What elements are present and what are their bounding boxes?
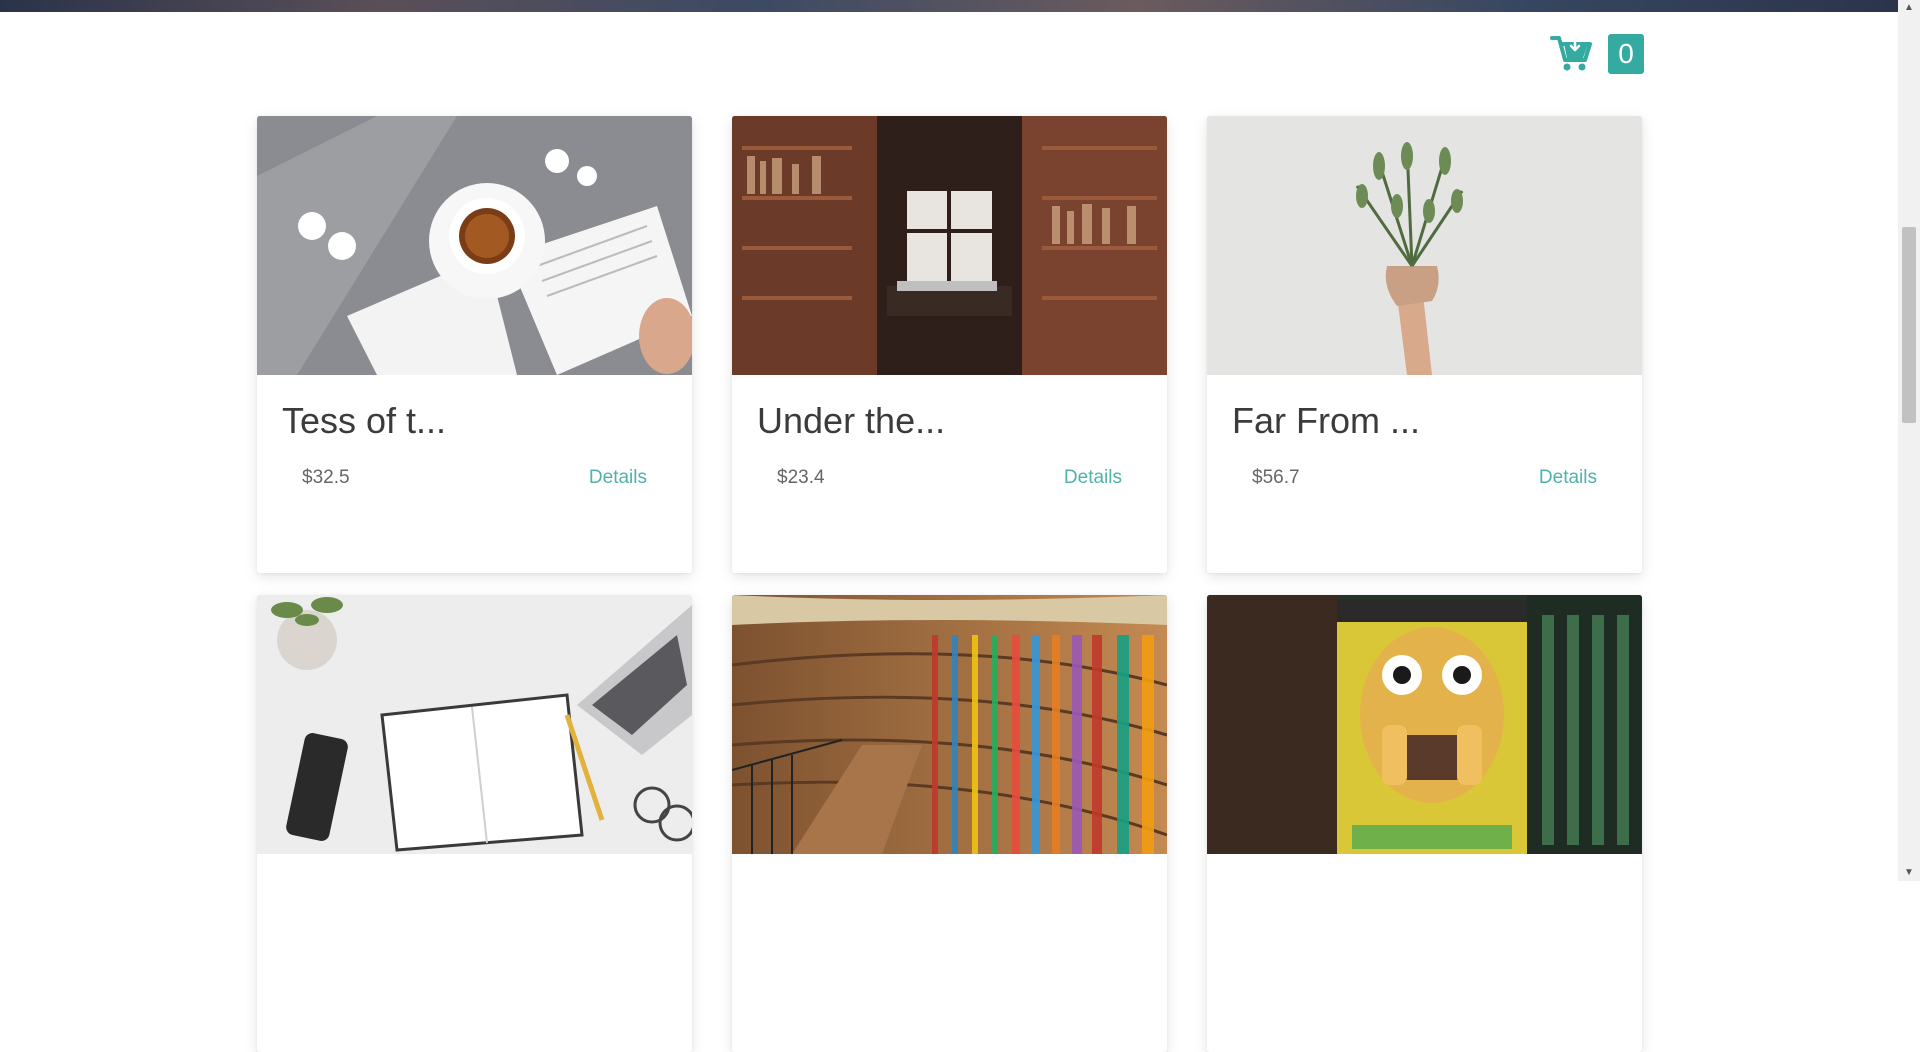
product-image-horror-vhs[interactable] [1207,595,1642,854]
cart[interactable]: 0 [1550,34,1644,74]
product-meta: $56.7 Details [1232,467,1617,489]
product-meta: $32.5 Details [282,467,667,489]
scroll-up-arrow-icon[interactable]: ▲ [1898,0,1920,16]
product-title: Under the... [757,400,946,441]
product-card-body [257,854,692,878]
product-card: Tess of t... $32.5 Details [257,116,692,573]
product-title: Tess of t... [282,400,447,441]
scrollbar[interactable]: ▲ ▼ [1898,0,1920,881]
product-card [732,595,1167,1052]
details-link[interactable]: Details [1064,467,1122,489]
details-link[interactable]: Details [589,467,647,489]
details-link[interactable]: Details [1539,467,1597,489]
product-card-body: Tess of t... $32.5 Details [257,375,692,489]
product-price: $23.4 [777,467,825,488]
product-price: $32.5 [302,467,350,488]
product-price: $56.7 [1252,467,1300,488]
cart-count-badge[interactable]: 0 [1608,34,1644,74]
product-card-body [1207,854,1642,878]
scroll-down-arrow-icon[interactable]: ▼ [1898,865,1920,881]
product-image-tea-books[interactable] [257,116,692,375]
product-card [257,595,692,1052]
product-card-body: Under the... $23.4 Details [732,375,1167,489]
product-card-body: Far From ... $56.7 Details [1207,375,1642,489]
product-image-hand-plant[interactable] [1207,116,1642,375]
product-card [1207,595,1642,1052]
header-banner-strip [0,0,1898,12]
scrollbar-thumb[interactable] [1902,227,1916,423]
product-card: Under the... $23.4 Details [732,116,1167,573]
product-card-body [732,854,1167,878]
product-image-curved-library[interactable] [732,595,1167,854]
product-meta: $23.4 Details [757,467,1142,489]
product-image-bookshelf-nook[interactable] [732,116,1167,375]
product-image-desk-notebook[interactable] [257,595,692,854]
product-title: Far From ... [1232,400,1420,441]
product-card: Far From ... $56.7 Details [1207,116,1642,573]
product-grid: Tess of t... $32.5 Details Under the... … [257,116,1642,1052]
cart-download-icon[interactable] [1550,34,1592,74]
